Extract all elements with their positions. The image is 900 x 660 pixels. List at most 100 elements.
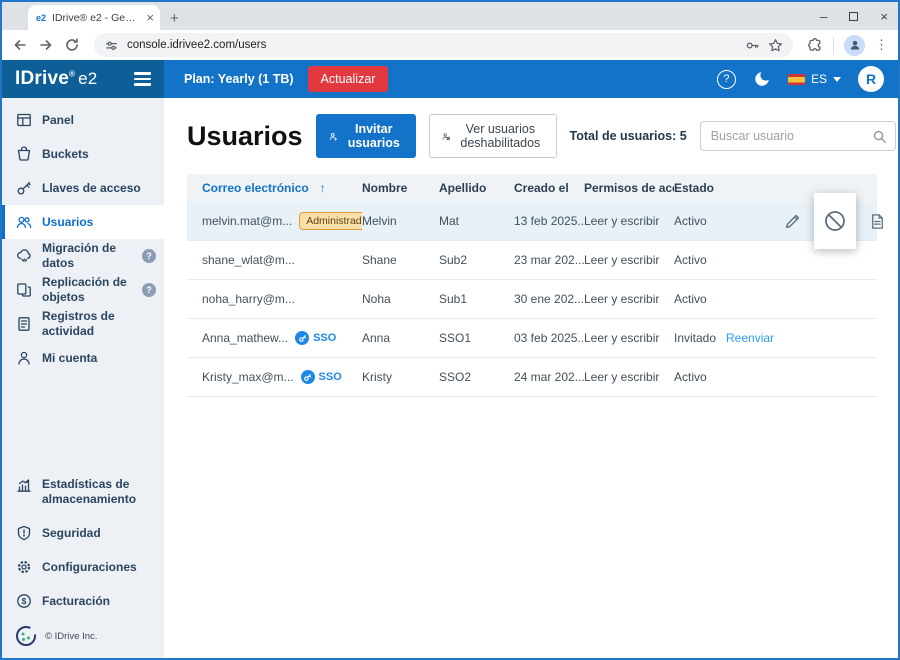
sidebar-item-object-replication[interactable]: Replicación de objetos ?	[2, 273, 164, 307]
window-maximize-button[interactable]	[849, 11, 859, 21]
password-key-icon[interactable]	[745, 38, 760, 53]
reload-icon[interactable]	[64, 37, 80, 53]
column-header-permissions[interactable]: Permisos de acce...	[584, 181, 674, 195]
table-row[interactable]: Anna_mathew... SSO Anna SSO1 03 feb 2025…	[187, 319, 877, 358]
search-icon[interactable]	[872, 129, 887, 144]
browser-menu-icon[interactable]: ⋮	[875, 37, 888, 53]
sso-badge: SSO	[295, 331, 336, 345]
sidebar-item-users[interactable]: Usuarios	[2, 205, 164, 239]
sso-label: SSO	[318, 371, 342, 383]
sidebar-item-billing[interactable]: $ Facturación	[2, 584, 164, 618]
bookmark-star-icon[interactable]	[768, 38, 783, 53]
user-first-name: Melvin	[362, 214, 397, 228]
invite-users-label: Invitar usuarios	[347, 122, 400, 150]
table-row[interactable]: melvin.mat@m... Administrador Melvin Mat…	[187, 192, 883, 249]
language-selector[interactable]: ES	[787, 72, 841, 86]
help-icon[interactable]: ?	[142, 249, 156, 263]
person-plus-icon	[329, 132, 337, 141]
view-disabled-users-button[interactable]: Ver usuarios deshabilitados	[428, 114, 557, 158]
disable-block-icon[interactable]	[823, 209, 847, 233]
main-content: Usuarios Invitar usuarios Ver usuarios d…	[164, 98, 898, 658]
sidebar-item-buckets[interactable]: Buckets	[2, 137, 164, 171]
sidebar-item-settings[interactable]: Configuraciones	[2, 550, 164, 584]
account-avatar[interactable]: R	[858, 66, 884, 92]
sidebar-item-label: Replicación de objetos	[42, 275, 127, 304]
window-close-button[interactable]: ×	[880, 10, 888, 23]
column-header-created[interactable]: Creado el	[514, 181, 584, 195]
sidebar-item-my-account[interactable]: Mi cuenta	[2, 341, 164, 375]
user-email: Kristy_max@m...	[202, 370, 294, 384]
details-document-icon[interactable]	[869, 213, 886, 230]
sidebar-item-security[interactable]: Seguridad	[2, 516, 164, 550]
table-row[interactable]: noha_harry@m... Noha Sub1 30 ene 202... …	[187, 280, 877, 319]
extensions-icon[interactable]	[807, 37, 823, 53]
upgrade-button[interactable]: Actualizar	[307, 66, 389, 92]
browser-tab[interactable]: e2 IDrive® e2 - Gestión de Usuarios ×	[28, 5, 160, 30]
url-bar[interactable]: console.idrivee2.com/users	[94, 33, 793, 57]
sort-ascending-icon: ↑	[319, 181, 326, 195]
sidebar-item-label: Facturación	[42, 593, 111, 608]
sidebar-item-panel[interactable]: Panel	[2, 103, 164, 137]
help-icon[interactable]: ?	[716, 69, 736, 89]
table-row[interactable]: Kristy_max@m... SSO Kristy SSO2 24 mar 2…	[187, 358, 877, 397]
user-permissions: Leer y escribir	[584, 214, 660, 228]
chrome-profile-avatar[interactable]	[844, 34, 865, 56]
edit-pencil-icon[interactable]	[784, 213, 801, 230]
resend-invite-link[interactable]: Reenviar	[726, 331, 774, 345]
site-settings-icon[interactable]	[104, 38, 119, 53]
sidebar: Panel Buckets Llaves de acceso Usuarios …	[2, 98, 164, 658]
forward-icon[interactable]	[38, 37, 54, 53]
back-icon[interactable]	[12, 37, 28, 53]
tab-title: IDrive® e2 - Gestión de Usuarios	[52, 11, 140, 24]
sso-badge: SSO	[300, 370, 342, 384]
browser-window: e2 IDrive® e2 - Gestión de Usuarios × + …	[0, 0, 900, 660]
sidebar-item-activity-logs[interactable]: Registros de actividad	[2, 307, 164, 341]
status-badge: Activo	[674, 370, 707, 384]
copyright-row: © IDrive Inc.	[2, 618, 164, 658]
table-row[interactable]: shane_wlat@m... Shane Sub2 23 mar 202...…	[187, 241, 877, 280]
person-disabled-icon	[442, 132, 450, 140]
sso-label: SSO	[313, 332, 337, 344]
column-header-status[interactable]: Estado	[674, 181, 726, 195]
sidebar-item-access-keys[interactable]: Llaves de acceso	[2, 171, 164, 205]
user-first-name: Noha	[362, 292, 391, 306]
column-header-first-name[interactable]: Nombre	[362, 181, 439, 195]
page-title: Usuarios	[187, 120, 303, 151]
column-header-email[interactable]: Correo electrónico ↑	[187, 181, 362, 195]
user-last-name: SSO1	[439, 331, 472, 345]
gear-icon	[17, 560, 31, 574]
spain-flag-icon	[787, 73, 805, 85]
column-header-last-name[interactable]: Apellido	[439, 181, 514, 195]
hamburger-menu-icon[interactable]	[134, 72, 151, 86]
svg-text:$: $	[22, 596, 27, 606]
new-tab-button[interactable]: +	[170, 11, 179, 26]
sidebar-item-label: Buckets	[42, 146, 89, 161]
user-email: melvin.mat@m...	[202, 214, 293, 228]
sidebar-item-storage-stats[interactable]: Estadísticas de almacenamiento	[2, 472, 164, 516]
total-users-label: Total de usuarios: 5	[569, 129, 687, 143]
status-badge: Invitado	[674, 331, 717, 345]
window-minimize-button[interactable]: –	[820, 10, 827, 23]
table-header-row: Correo electrónico ↑ Nombre Apellido Cre…	[187, 174, 877, 202]
user-email: Anna_mathew...	[202, 331, 289, 345]
sidebar-item-data-migration[interactable]: Migración de datos ?	[2, 239, 164, 273]
user-last-name: SSO2	[439, 370, 472, 384]
window-controls: – ×	[820, 2, 892, 30]
dark-mode-moon-icon[interactable]	[753, 70, 771, 88]
user-first-name: Shane	[362, 253, 397, 267]
user-created-date: 23 mar 202...	[514, 253, 584, 267]
search-input[interactable]	[710, 129, 866, 143]
disable-user-hover-box[interactable]	[814, 192, 856, 249]
invite-users-button[interactable]: Invitar usuarios	[315, 114, 416, 158]
logo-area: IDrive® e2	[2, 60, 164, 98]
help-icon[interactable]: ?	[142, 283, 156, 297]
person-icon	[18, 351, 30, 365]
profile-person-icon	[850, 40, 859, 50]
user-created-date: 03 feb 2025...	[514, 331, 584, 345]
tab-close-icon[interactable]: ×	[146, 11, 154, 24]
title-row: Usuarios Invitar usuarios Ver usuarios d…	[187, 114, 896, 158]
search-box	[699, 121, 896, 151]
user-last-name: Mat	[439, 214, 460, 228]
app-header: IDrive® e2 Plan: Yearly (1 TB) Actualizar…	[2, 60, 898, 98]
users-table: Correo electrónico ↑ Nombre Apellido Cre…	[187, 174, 883, 397]
